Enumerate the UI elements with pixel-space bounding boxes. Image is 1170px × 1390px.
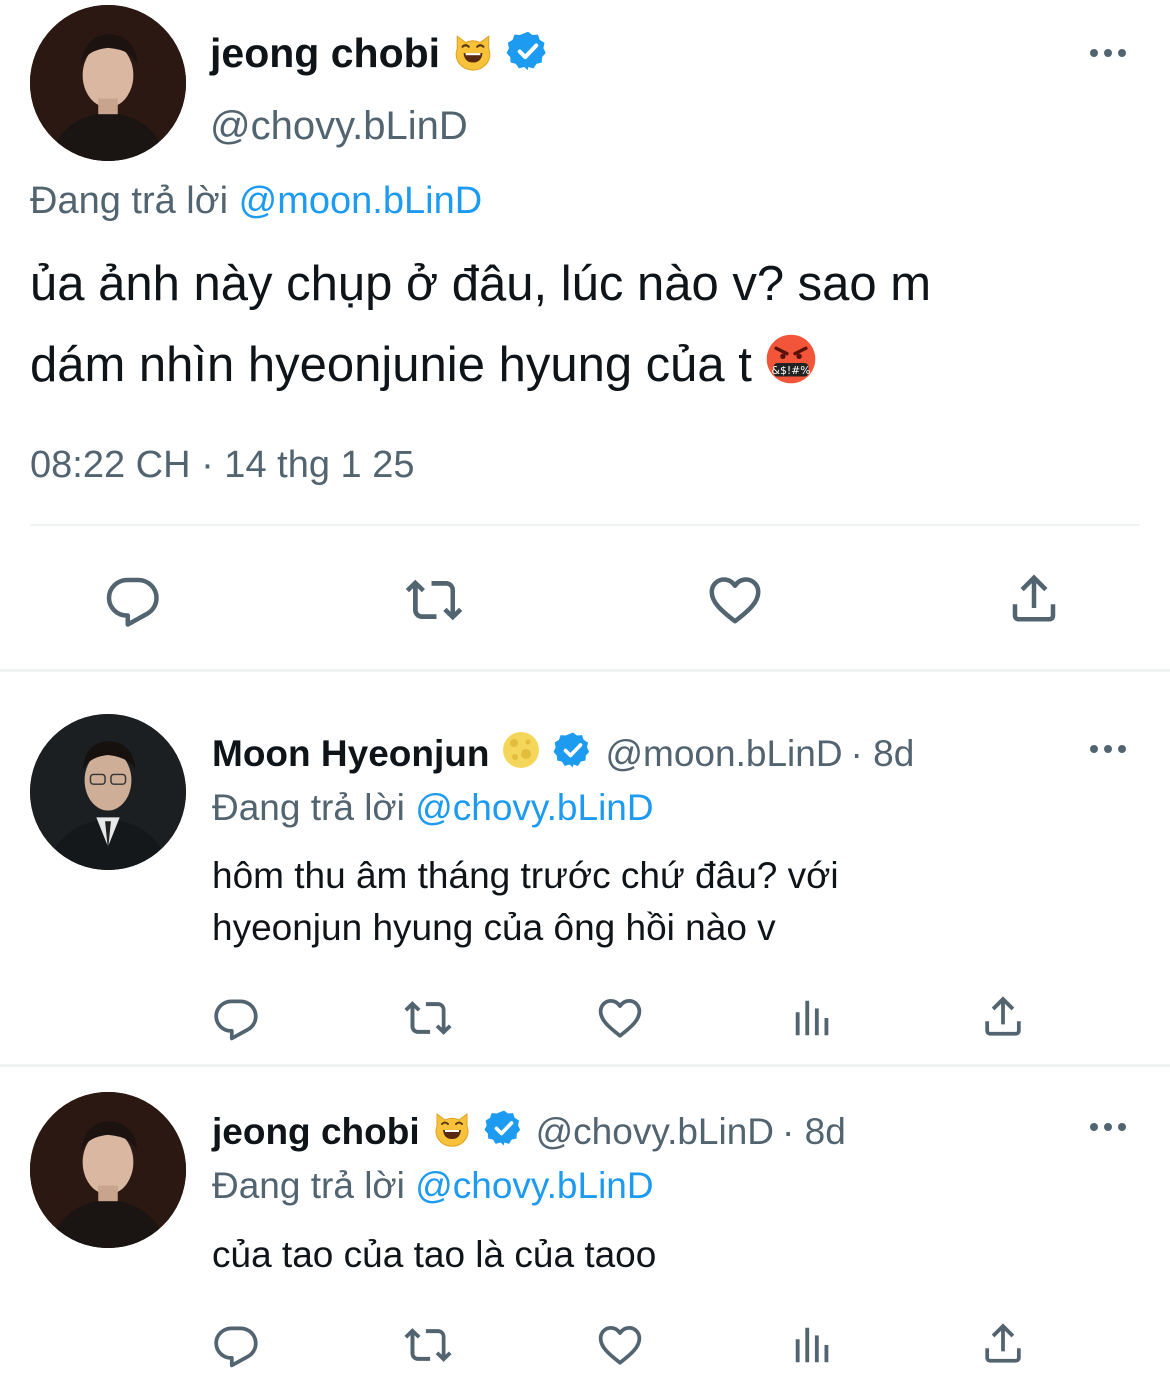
tweet-text-line-2: hyeonjun hyung của ông hồi nào v bbox=[212, 907, 776, 948]
tweet-age[interactable]: · 8d bbox=[851, 733, 915, 775]
section-divider bbox=[0, 1064, 1170, 1067]
reply-label: Đang trả lời bbox=[212, 1165, 405, 1206]
moon-emoji bbox=[501, 730, 541, 779]
share-icon[interactable] bbox=[1004, 568, 1064, 628]
display-name[interactable]: Moon Hyeonjun bbox=[212, 733, 489, 775]
like-icon[interactable] bbox=[595, 1320, 645, 1370]
section-divider bbox=[0, 669, 1170, 672]
reply-to-link[interactable]: @moon.bLinD bbox=[239, 180, 482, 222]
like-icon[interactable] bbox=[705, 570, 765, 630]
reply-context: Đang trả lời @chovy.bLinD bbox=[212, 1165, 654, 1207]
cat-emoji bbox=[452, 30, 494, 77]
tweet-text-line-1: của tao của tao là của taoo bbox=[212, 1234, 657, 1275]
handle[interactable]: @chovy.bLinD bbox=[210, 104, 468, 149]
like-icon[interactable] bbox=[595, 993, 645, 1043]
tweet-text-line-1: hôm thu âm tháng trước chứ đâu? với bbox=[212, 855, 839, 896]
retweet-icon[interactable] bbox=[401, 1320, 455, 1370]
display-name[interactable]: jeong chobi bbox=[210, 30, 440, 77]
views-icon[interactable] bbox=[790, 995, 836, 1041]
handle[interactable]: @moon.bLinD bbox=[605, 733, 842, 775]
handle[interactable]: @chovy.bLinD bbox=[536, 1111, 774, 1153]
reply-context: Đang trả lời @moon.bLinD bbox=[30, 180, 482, 223]
reply-icon[interactable] bbox=[212, 1320, 262, 1370]
views-icon[interactable] bbox=[790, 1322, 836, 1368]
tweet-text-line-2: dám nhìn hyeonjunie hyung của t bbox=[30, 338, 752, 392]
verified-badge-icon bbox=[506, 29, 550, 78]
angry-emoji bbox=[764, 332, 818, 398]
reply-to-link[interactable]: @chovy.bLinD bbox=[415, 787, 653, 828]
display-name[interactable]: jeong chobi bbox=[212, 1111, 420, 1153]
reply-label: Đang trả lời bbox=[30, 180, 229, 222]
tweet-text-line-1: ủa ảnh này chụp ở đâu, lúc nào v? sao m bbox=[30, 257, 932, 311]
share-icon[interactable] bbox=[978, 991, 1028, 1041]
avatar[interactable] bbox=[30, 714, 186, 870]
verified-badge-icon bbox=[484, 1108, 524, 1157]
avatar[interactable] bbox=[30, 1092, 186, 1248]
reply-context: Đang trả lời @chovy.bLinD bbox=[212, 787, 654, 829]
reply-label: Đang trả lời bbox=[212, 787, 405, 828]
avatar[interactable] bbox=[30, 5, 186, 161]
retweet-icon[interactable] bbox=[403, 570, 465, 630]
reply-icon[interactable] bbox=[104, 570, 164, 630]
retweet-icon[interactable] bbox=[401, 993, 455, 1043]
reply-to-link[interactable]: @chovy.bLinD bbox=[415, 1165, 653, 1206]
reply-icon[interactable] bbox=[212, 993, 262, 1043]
verified-badge-icon bbox=[553, 730, 593, 779]
share-icon[interactable] bbox=[978, 1318, 1028, 1368]
timestamp[interactable]: 08:22 CH · 14 thg 1 25 bbox=[30, 444, 414, 487]
tweet-age[interactable]: · 8d bbox=[782, 1111, 846, 1153]
cat-emoji bbox=[432, 1108, 472, 1157]
divider bbox=[30, 524, 1140, 526]
